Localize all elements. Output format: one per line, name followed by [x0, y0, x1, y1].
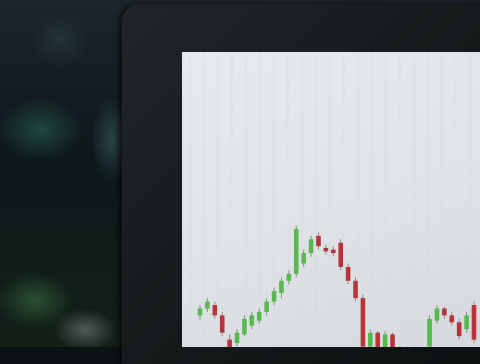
candle-body	[205, 302, 210, 309]
candle-body	[324, 248, 329, 251]
candle-bullish	[464, 312, 469, 333]
candle-body	[368, 333, 373, 347]
candle-bearish	[227, 334, 232, 347]
candle-body	[264, 302, 269, 312]
monitor-screen	[182, 52, 480, 347]
candle-body	[361, 298, 366, 346]
candle-bullish	[287, 270, 292, 284]
candle-bearish	[361, 295, 366, 347]
candle-body	[309, 239, 314, 253]
candle-bearish	[472, 302, 477, 344]
candle-body	[338, 243, 343, 267]
candle-bearish	[346, 264, 351, 285]
candle-body	[287, 274, 292, 281]
candle-bearish	[338, 239, 343, 270]
candle-bearish	[449, 312, 454, 326]
candle-bullish	[235, 329, 240, 346]
candle-body	[331, 250, 336, 253]
candle-body	[294, 229, 299, 274]
candle-bearish	[442, 307, 447, 319]
candle-bearish	[353, 277, 358, 301]
candle-bullish	[427, 315, 432, 347]
candle-bearish	[375, 331, 380, 347]
candle-body	[227, 340, 232, 347]
candle-bearish	[331, 246, 336, 256]
candle-body	[427, 319, 432, 347]
candle-body	[213, 305, 218, 315]
candle-body	[220, 315, 225, 332]
candle-bearish	[316, 232, 321, 249]
candle-bullish	[198, 305, 203, 321]
candle-body	[435, 308, 440, 320]
candle-bullish	[279, 277, 284, 298]
candle-body	[375, 333, 380, 347]
candle-body	[235, 333, 240, 343]
candle-body	[301, 253, 306, 263]
candle-body	[457, 322, 462, 336]
candle-bearish	[390, 333, 395, 347]
candle-body	[198, 308, 203, 315]
candle-bullish	[264, 298, 269, 315]
candle-bullish	[205, 298, 210, 312]
candle-body	[250, 315, 255, 325]
candle-body	[472, 305, 477, 340]
candle-bullish	[294, 225, 299, 277]
candle-body	[279, 281, 284, 293]
candle-bullish	[257, 308, 262, 324]
candle-body	[242, 319, 247, 335]
candle-bullish	[309, 236, 314, 257]
candle-body	[272, 291, 277, 301]
candle-body	[316, 236, 321, 246]
candle-bearish	[220, 312, 225, 336]
candle-body	[353, 281, 358, 298]
candle-body	[257, 312, 262, 321]
candle-bullish	[250, 312, 255, 329]
candle-series	[198, 225, 477, 347]
chart-grid	[190, 52, 470, 347]
candle-body	[464, 315, 469, 329]
candlestick-chart	[182, 52, 480, 347]
candle-body	[442, 308, 447, 315]
candle-bearish	[457, 319, 462, 340]
candle-bearish	[324, 244, 329, 254]
candle-bearish	[213, 302, 218, 319]
candle-bullish	[383, 331, 388, 347]
candle-body	[390, 334, 395, 347]
candle-body	[346, 267, 351, 281]
candle-bullish	[272, 288, 277, 305]
candle-bullish	[435, 305, 440, 324]
candle-body	[383, 334, 388, 347]
candle-body	[449, 315, 454, 322]
